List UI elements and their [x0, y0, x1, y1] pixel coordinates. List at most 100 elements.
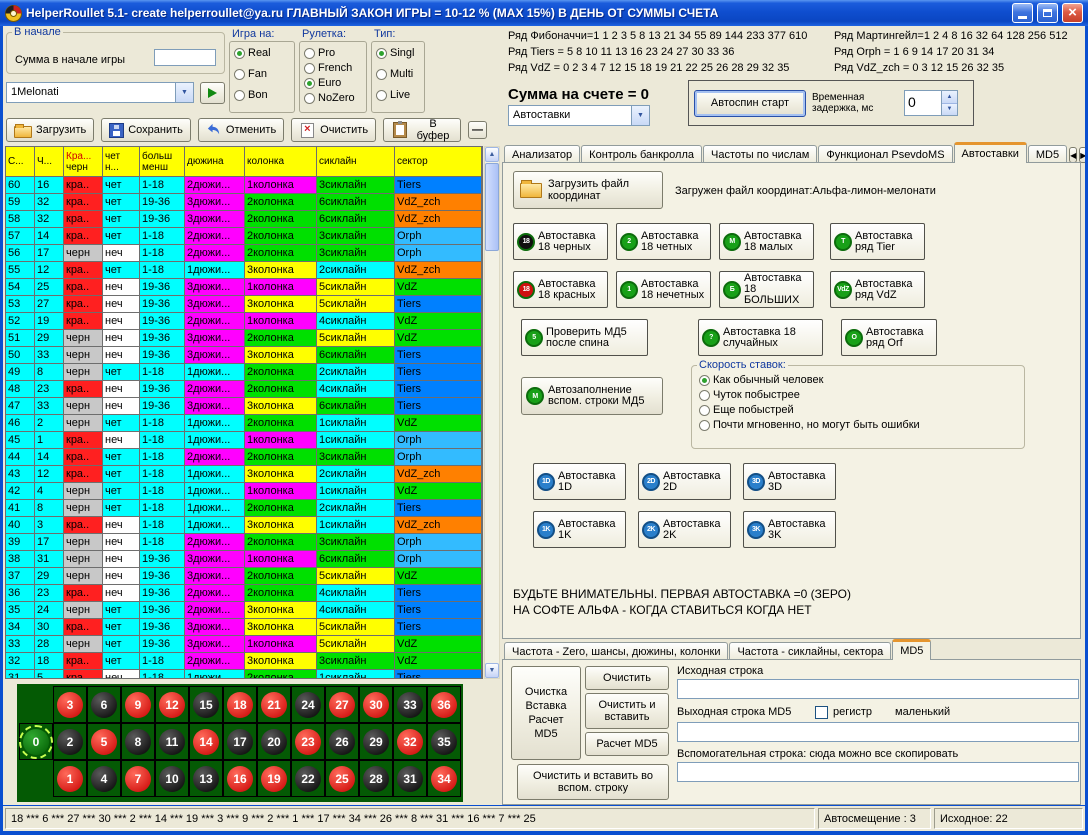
table-row[interactable]: 6016кра..чет1-182дюжи...1колонка3сиклайн… [6, 177, 482, 194]
table-row[interactable]: 3430кра..чет19-363дюжи...3колонка5сиклай… [6, 619, 482, 636]
board-cell-16[interactable]: 16 [223, 760, 257, 797]
md5-output-input[interactable] [677, 722, 1079, 742]
game-on-option[interactable]: Real [234, 47, 290, 59]
table-row[interactable]: 424чернчет1-181дюжи...1колонка1сиклайнVd… [6, 483, 482, 500]
tab-scroll-left-button[interactable] [1069, 147, 1077, 163]
board-cell-7[interactable]: 7 [121, 760, 155, 797]
autobet-button[interactable]: 1Автоставка 18 нечетных [616, 271, 711, 308]
speed-option[interactable]: Чуток побыстрее [699, 389, 1017, 401]
table-row[interactable]: 418чернчет1-181дюжи...2колонка2сиклайнTi… [6, 500, 482, 517]
save-button[interactable]: Сохранить [101, 118, 191, 142]
board-cell-2[interactable]: 2 [53, 723, 87, 760]
tab-md5[interactable]: MD5 [892, 639, 931, 660]
tab-scroll-right-button[interactable] [1079, 147, 1085, 163]
autobet-button[interactable]: 1DАвтоставка 1D [533, 463, 626, 500]
table-row[interactable]: 3917черннеч1-182дюжи...2колонка3сиклайнO… [6, 534, 482, 551]
table-row[interactable]: 462чернчет1-181дюжи...2колонка1сиклайнVd… [6, 415, 482, 432]
tab-частоты-по-числам[interactable]: Частоты по числам [703, 145, 817, 163]
autospin-start-button[interactable]: Автоспин старт [694, 90, 806, 117]
speed-option[interactable]: Как обычный человек [699, 374, 1017, 386]
board-cell-10[interactable]: 10 [155, 760, 189, 797]
board-cell-33[interactable]: 33 [393, 686, 427, 723]
preset-combobox[interactable]: 1Melonati [6, 82, 194, 103]
clear-paste-helper-button[interactable]: Очистить и вставить во вспом. строку [517, 764, 669, 800]
board-cell-0[interactable]: 0 [19, 723, 53, 760]
board-cell-23[interactable]: 23 [291, 723, 325, 760]
minus-button[interactable]: — [468, 121, 487, 139]
chevron-down-icon[interactable] [631, 106, 649, 125]
helper-string-input[interactable] [677, 762, 1079, 782]
board-cell-12[interactable]: 12 [155, 686, 189, 723]
board-cell-29[interactable]: 29 [359, 723, 393, 760]
autobet-button[interactable]: 18Автоставка 18 черных [513, 223, 608, 260]
autobet-button[interactable]: 3DАвтоставка 3D [743, 463, 836, 500]
calc-md5-button[interactable]: Расчет MD5 [585, 732, 669, 756]
board-cell-35[interactable]: 35 [427, 723, 461, 760]
clear-button[interactable]: Очистить [291, 118, 376, 142]
speed-option[interactable]: Почти мгновенно, но могут быть ошибки [699, 419, 1017, 431]
board-cell-34[interactable]: 34 [427, 760, 461, 797]
close-button[interactable] [1062, 3, 1083, 23]
autobet-button[interactable]: БАвтоставка 18 БОЛЬШИХ [719, 271, 814, 308]
load-button[interactable]: Загрузить [6, 118, 94, 142]
table-row[interactable]: 5932кра..чет19-363дюжи...2колонка6сиклай… [6, 194, 482, 211]
tab-анализатор[interactable]: Анализатор [504, 145, 580, 163]
delay-spinner[interactable]: 0 [904, 90, 958, 116]
autobet-button[interactable]: 2KАвтоставка 2K [638, 511, 731, 548]
game-on-option[interactable]: Fan [234, 68, 290, 80]
board-cell-11[interactable]: 11 [155, 723, 189, 760]
tab-частота---zero-шансы-дюжины-колонки[interactable]: Частота - Zero, шансы, дюжины, колонки [504, 642, 728, 660]
board-cell-13[interactable]: 13 [189, 760, 223, 797]
table-row[interactable]: 451кра..неч1-181дюжи...1колонка1сиклайнO… [6, 432, 482, 449]
table-row[interactable]: 3831черннеч19-363дюжи...1колонка6сиклайн… [6, 551, 482, 568]
scrollbar-thumb[interactable] [485, 163, 499, 251]
undo-button[interactable]: Отменить [198, 118, 284, 142]
roulette-option[interactable]: French [304, 62, 362, 74]
board-cell-22[interactable]: 22 [291, 760, 325, 797]
autobet-button[interactable]: ?Автоставка 18 случайных [698, 319, 823, 356]
table-row[interactable]: 498чернчет1-181дюжи...2колонка2сиклайнTi… [6, 364, 482, 381]
type-option[interactable]: Live [376, 89, 420, 101]
tab-автоставки[interactable]: Автоставки [954, 142, 1027, 163]
table-row[interactable]: 315кра..неч1-181дюжи...2колонка1сиклайнT… [6, 670, 482, 679]
board-cell-24[interactable]: 24 [291, 686, 325, 723]
table-row[interactable]: 3729черннеч19-363дюжи...2колонка5сиклайн… [6, 568, 482, 585]
board-cell-14[interactable]: 14 [189, 723, 223, 760]
tab-md5[interactable]: MD5 [1028, 145, 1067, 163]
table-row[interactable]: 5129черннеч19-363дюжи...2колонка5сиклайн… [6, 330, 482, 347]
board-cell-21[interactable]: 21 [257, 686, 291, 723]
spinner-down-icon[interactable] [942, 104, 957, 116]
scroll-down-icon[interactable] [485, 663, 499, 678]
minimize-button[interactable] [1012, 3, 1033, 23]
tab-функционал-psevdoms[interactable]: Функционал PsevdoMS [818, 145, 952, 163]
roulette-option[interactable]: Pro [304, 47, 362, 59]
autobet-button[interactable]: 2Автоставка 18 четных [616, 223, 711, 260]
tab-контроль-банкролла[interactable]: Контроль банкролла [581, 145, 702, 163]
table-row[interactable]: 5617черннеч1-182дюжи...2колонка3сиклайнO… [6, 245, 482, 262]
autofill-md5-button[interactable]: М Автозаполнение вспом. строки МД5 [521, 377, 663, 415]
table-row[interactable]: 4414кра..чет1-182дюжи...2колонка3сиклайн… [6, 449, 482, 466]
board-cell-26[interactable]: 26 [325, 723, 359, 760]
type-option[interactable]: Singl [376, 47, 420, 59]
board-cell-32[interactable]: 32 [393, 723, 427, 760]
speed-option[interactable]: Еще побыстрей [699, 404, 1017, 416]
board-cell-9[interactable]: 9 [121, 686, 155, 723]
mode-combobox[interactable]: Автоставки [508, 105, 650, 126]
table-scrollbar[interactable] [484, 146, 500, 679]
autobet-button[interactable]: 2DАвтоставка 2D [638, 463, 731, 500]
table-row[interactable]: 5512кра..чет1-181дюжи...3колонка2сиклайн… [6, 262, 482, 279]
register-checkbox[interactable] [815, 706, 828, 719]
table-row[interactable]: 5832кра..чет19-363дюжи...2колонка6сиклай… [6, 211, 482, 228]
board-cell-19[interactable]: 19 [257, 760, 291, 797]
table-row[interactable]: 3328чернчет19-363дюжи...1колонка5сиклайн… [6, 636, 482, 653]
md5-ops-button[interactable]: Очистка Вставка Расчет MD5 [511, 666, 581, 760]
clear-button[interactable]: Очистить [585, 666, 669, 690]
board-cell-3[interactable]: 3 [53, 686, 87, 723]
table-row[interactable]: 3218кра..чет1-182дюжи...3колонка3сиклайн… [6, 653, 482, 670]
board-cell-25[interactable]: 25 [325, 760, 359, 797]
source-string-input[interactable] [677, 679, 1079, 699]
table-row[interactable]: 3623кра..неч19-362дюжи...2колонка4сиклай… [6, 585, 482, 602]
table-row[interactable]: 5714кра..чет1-182дюжи...2колонка3сиклайн… [6, 228, 482, 245]
board-cell-28[interactable]: 28 [359, 760, 393, 797]
autobet-button[interactable]: 3KАвтоставка 3K [743, 511, 836, 548]
